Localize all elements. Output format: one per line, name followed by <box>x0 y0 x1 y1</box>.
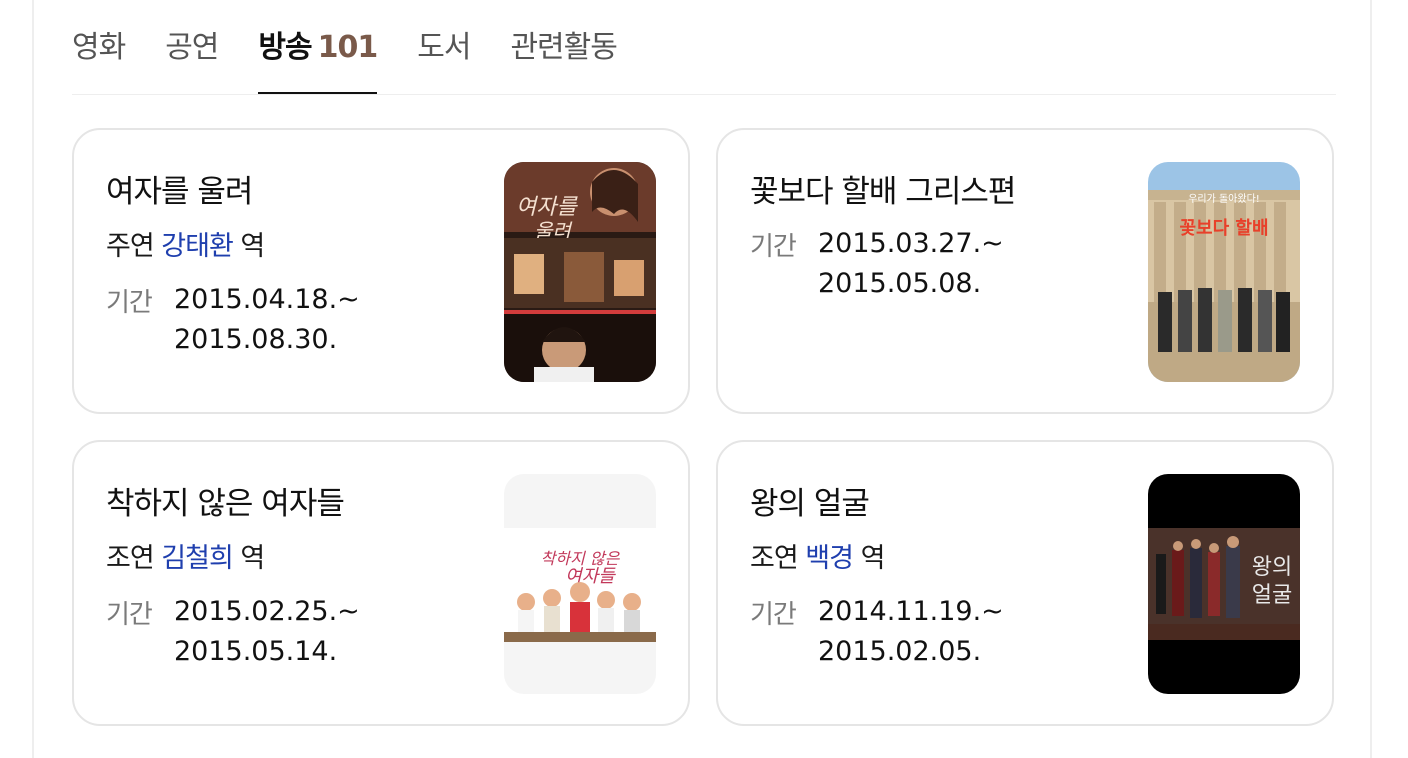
period-label: 기간 <box>106 288 153 318</box>
period-label: 기간 <box>750 600 797 630</box>
program-role: 조연 백경 역 <box>750 536 886 575</box>
poster-image: 여자를 울려 <box>504 162 656 382</box>
tab-broadcast[interactable]: 방송 101 <box>258 26 379 94</box>
program-card[interactable]: 꽃보다 할배 그리스편 기간 2015.03.27.~ 2015.05.08. … <box>716 128 1334 414</box>
character-name-link[interactable]: 강태환 <box>161 231 234 262</box>
tab-label: 관련활동 <box>510 30 617 65</box>
period-dates: 2015.04.18.~ 2015.08.30. <box>174 280 360 360</box>
period-end: 2015.02.05. <box>818 636 982 667</box>
svg-text:여자를: 여자를 <box>516 195 578 220</box>
svg-text:얼굴: 얼굴 <box>1252 583 1292 608</box>
program-role: 주연 강태환 역 <box>106 224 265 263</box>
period-dates: 2014.11.19.~ 2015.02.05. <box>818 592 1004 672</box>
poster-thumbnail[interactable]: 우리가 돌아왔다! 꽃보다 할배 <box>1148 162 1300 382</box>
role-suffix: 역 <box>240 231 265 262</box>
poster-image: 왕의 얼굴 <box>1148 474 1300 694</box>
period-end: 2015.05.14. <box>174 636 338 667</box>
period-start: 2015.02.25.~ <box>174 596 360 627</box>
tab-divider <box>72 94 1336 95</box>
period-dates: 2015.03.27.~ 2015.05.08. <box>818 224 1004 304</box>
tab-related-activities[interactable]: 관련활동 <box>510 26 617 94</box>
period-label: 기간 <box>106 600 153 630</box>
tab-books[interactable]: 도서 <box>417 26 471 94</box>
svg-text:여자들: 여자들 <box>565 566 616 587</box>
poster-image: 우리가 돌아왔다! 꽃보다 할배 <box>1148 162 1300 382</box>
category-tabs: 영화 공연 방송 101 도서 관련활동 <box>72 26 1336 96</box>
poster-thumbnail[interactable]: 착하지 않은 여자들 <box>504 474 656 694</box>
period-start: 2015.04.18.~ <box>174 284 360 315</box>
program-title: 왕의 얼굴 <box>750 486 870 522</box>
program-card[interactable]: 여자를 울려 주연 강태환 역 기간 2015.04.18.~ 2015.08.… <box>72 128 690 414</box>
tab-count: 101 <box>317 30 379 65</box>
tab-performance[interactable]: 공연 <box>165 26 219 94</box>
poster-thumbnail[interactable]: 여자를 울려 <box>504 162 656 382</box>
period-start: 2014.11.19.~ <box>818 596 1004 627</box>
role-type: 조연 <box>750 543 799 574</box>
svg-text:왕의: 왕의 <box>1252 555 1292 580</box>
role-suffix: 역 <box>860 543 886 574</box>
period-label: 기간 <box>750 232 797 262</box>
program-card[interactable]: 착하지 않은 여자들 조연 김철희 역 기간 2015.02.25.~ 2015… <box>72 440 690 726</box>
character-name-link[interactable]: 김철희 <box>161 543 234 574</box>
poster-image: 착하지 않은 여자들 <box>504 474 656 694</box>
tab-label: 영화 <box>72 30 126 65</box>
period-end: 2015.08.30. <box>174 324 338 355</box>
svg-text:꽃보다 할배: 꽃보다 할배 <box>1179 217 1268 239</box>
tab-label: 공연 <box>165 30 219 65</box>
period-dates: 2015.02.25.~ 2015.05.14. <box>174 592 360 672</box>
period-start: 2015.03.27.~ <box>818 228 1004 259</box>
role-type: 주연 <box>106 231 155 262</box>
program-title: 꽃보다 할배 그리스편 <box>750 174 1016 210</box>
tab-movie[interactable]: 영화 <box>72 26 126 94</box>
role-suffix: 역 <box>240 543 265 574</box>
svg-text:우리가 돌아왔다!: 우리가 돌아왔다! <box>1188 193 1260 205</box>
program-role: 조연 김철희 역 <box>106 536 265 575</box>
program-title: 여자를 울려 <box>106 174 253 210</box>
program-card[interactable]: 왕의 얼굴 조연 백경 역 기간 2014.11.19.~ 2015.02.05… <box>716 440 1334 726</box>
poster-thumbnail[interactable]: 왕의 얼굴 <box>1148 474 1300 694</box>
role-type: 조연 <box>106 543 155 574</box>
program-title: 착하지 않은 여자들 <box>106 486 345 522</box>
tab-label: 도서 <box>417 30 471 65</box>
period-end: 2015.05.08. <box>818 268 982 299</box>
character-name-link[interactable]: 백경 <box>805 543 854 574</box>
tab-label: 방송 <box>258 30 312 65</box>
